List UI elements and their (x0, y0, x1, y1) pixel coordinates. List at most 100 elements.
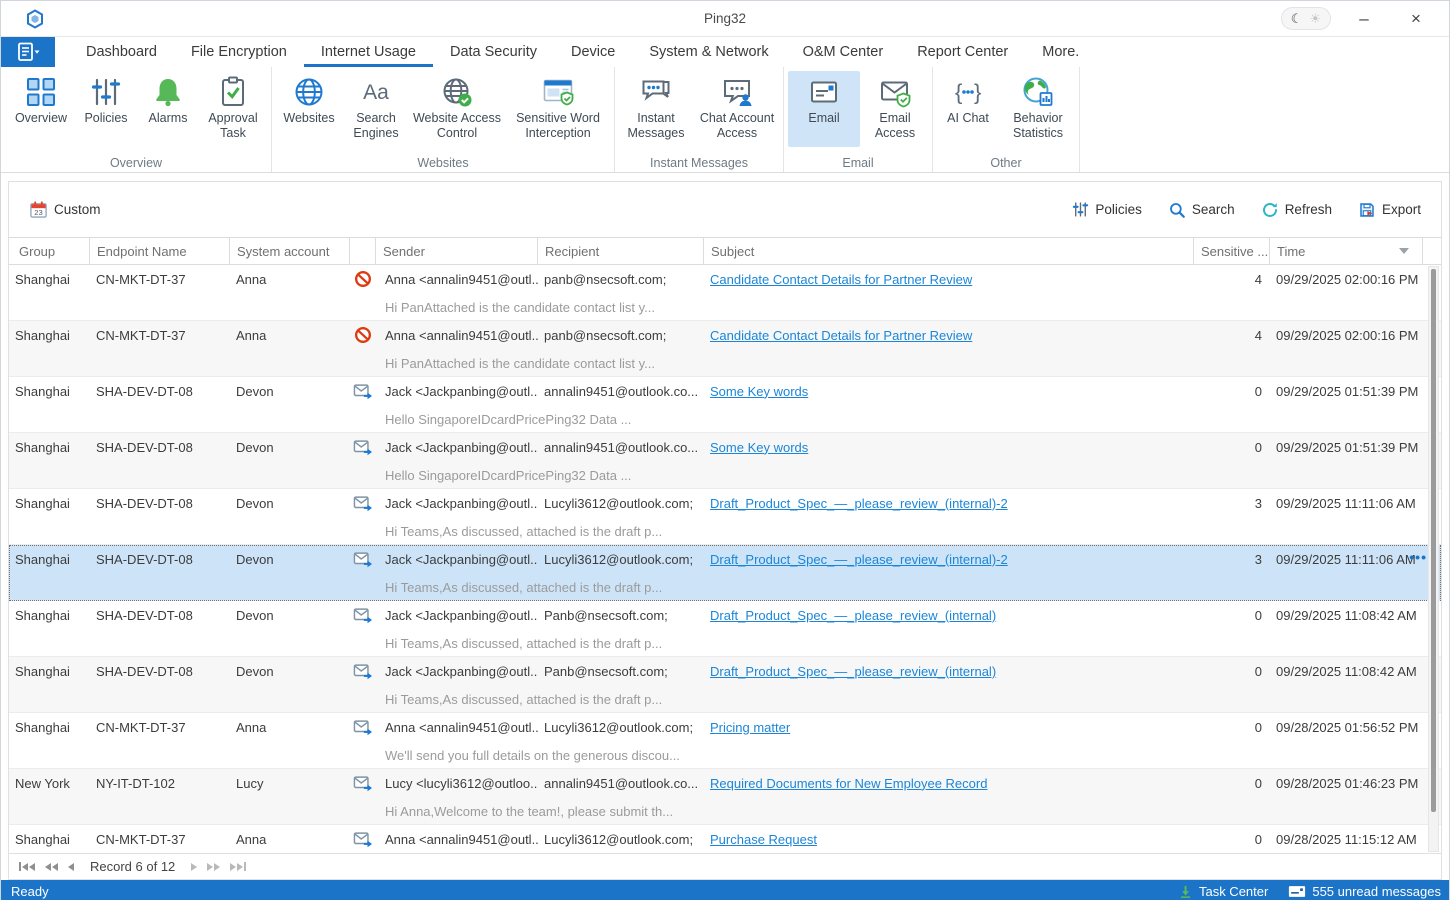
cell-recipient: annalin9451@outlook.co... (538, 769, 704, 797)
column-header-recipient[interactable]: Recipient (538, 238, 704, 264)
ribbon-button-websites[interactable]: Websites (276, 71, 342, 147)
vertical-scrollbar[interactable] (1428, 266, 1439, 852)
ribbon-button-policies[interactable]: Policies (75, 71, 137, 147)
ribbon-button-chat-account-access[interactable]: Chat Account Access (695, 71, 779, 147)
subject-link[interactable]: Draft_Product_Spec_—_please_review_(inte… (710, 608, 996, 623)
table-row[interactable]: Shanghai CN-MKT-DT-37 Anna Anna <annalin… (9, 713, 1441, 769)
table-row[interactable]: Shanghai SHA-DEV-DT-08 Devon Jack <Jackp… (9, 545, 1441, 601)
cell-time: 09/29/2025 01:51:39 PM (1270, 377, 1423, 405)
row-menu-button[interactable]: ••• (1409, 549, 1427, 565)
ribbon-group-label: Overview (1, 156, 271, 170)
subject-link[interactable]: Draft_Product_Spec_—_please_review_(inte… (710, 552, 1008, 567)
tab-list: Dashboard File Encryption Internet Usage… (69, 37, 1096, 67)
subject-link[interactable]: Candidate Contact Details for Partner Re… (710, 272, 972, 287)
message-preview: Hi Teams,As discussed, attached is the d… (9, 573, 1441, 601)
app-menu-button[interactable] (1, 37, 55, 67)
last-page-button[interactable] (230, 862, 246, 871)
subject-link[interactable]: Some Key words (710, 384, 808, 399)
cell-subject: Draft_Product_Spec_—_please_review_(inte… (704, 657, 1194, 685)
tab-report-center[interactable]: Report Center (900, 37, 1025, 67)
column-header-system-account[interactable]: System account (230, 238, 350, 264)
ribbon-button-search-engines[interactable]: Aa Search Engines (344, 71, 408, 147)
cell-status-icon (350, 489, 376, 517)
tab-system-network[interactable]: System & Network (632, 37, 785, 67)
tab-dashboard[interactable]: Dashboard (69, 37, 174, 67)
tab-internet-usage[interactable]: Internet Usage (304, 37, 433, 67)
next-record-button[interactable] (191, 863, 197, 871)
filter-caret-icon[interactable] (1399, 248, 1409, 254)
tab-data-security[interactable]: Data Security (433, 37, 554, 67)
ribbon-button-email-access[interactable]: Email Access (862, 71, 928, 147)
cell-sender: Jack <Jackpanbing@outl... (376, 489, 538, 517)
column-header-time[interactable]: Time (1270, 238, 1423, 264)
ribbon-button-website-access-control[interactable]: Website Access Control (410, 71, 504, 147)
scrollbar-thumb[interactable] (1431, 269, 1436, 812)
table-row[interactable]: Shanghai SHA-DEV-DT-08 Devon Jack <Jackp… (9, 377, 1441, 433)
tab-om-center[interactable]: O&M Center (786, 37, 901, 67)
refresh-button[interactable]: Refresh (1261, 201, 1332, 219)
column-header-subject[interactable]: Subject (704, 238, 1194, 264)
cell-system-account: Devon (230, 377, 350, 405)
sent-mail-icon (353, 662, 373, 680)
search-button-label: Search (1192, 202, 1235, 217)
table-row[interactable]: Shanghai CN-MKT-DT-37 Anna Anna <annalin… (9, 321, 1441, 377)
unread-messages-button[interactable]: 555 unread messages (1288, 884, 1441, 899)
app-window: Ping32 ☾ ☀ – × Dashboard File Encryption… (0, 0, 1450, 900)
cell-group: Shanghai (9, 601, 90, 629)
cell-recipient: Lucyli3612@outlook.com; (538, 489, 704, 517)
subject-link[interactable]: Pricing matter (710, 720, 790, 735)
subject-link[interactable]: Purchase Request (710, 832, 817, 847)
cell-recipient: annalin9451@outlook.co... (538, 433, 704, 461)
column-header-sensitive[interactable]: Sensitive ... (1194, 238, 1270, 264)
cell-status-icon (350, 713, 376, 741)
fast-next-button[interactable] (207, 863, 220, 871)
minimize-button[interactable]: – (1345, 4, 1383, 34)
date-range-custom-button[interactable]: 23 Custom (29, 200, 101, 219)
globe-icon (293, 76, 325, 108)
ribbon-button-alarms[interactable]: Alarms (139, 71, 197, 147)
ribbon-group-instant-messages: Instant Messages Chat Account Access Ins… (615, 67, 784, 172)
search-button[interactable]: Search (1168, 201, 1235, 219)
fast-prev-button[interactable] (45, 863, 58, 871)
subject-link[interactable]: Draft_Product_Spec_—_please_review_(inte… (710, 664, 996, 679)
subject-link[interactable]: Candidate Contact Details for Partner Re… (710, 328, 972, 343)
table-row[interactable]: Shanghai SHA-DEV-DT-08 Devon Jack <Jackp… (9, 489, 1441, 545)
table-row[interactable]: Shanghai SHA-DEV-DT-08 Devon Jack <Jackp… (9, 657, 1441, 713)
cell-group: Shanghai (9, 265, 90, 293)
cell-sender: Lucy <lucyli3612@outloo... (376, 769, 538, 797)
ribbon-button-sensitive-word-interception[interactable]: Sensitive Word Interception (506, 71, 610, 147)
cell-endpoint-name: SHA-DEV-DT-08 (90, 545, 230, 573)
first-page-button[interactable] (19, 862, 35, 871)
tab-device[interactable]: Device (554, 37, 632, 67)
column-header-sender[interactable]: Sender (376, 238, 538, 264)
theme-toggle[interactable]: ☾ ☀ (1281, 7, 1331, 30)
ribbon-group-label: Other (933, 156, 1079, 170)
export-button[interactable]: Export (1358, 201, 1421, 219)
subject-link[interactable]: Required Documents for New Employee Reco… (710, 776, 987, 791)
prev-record-button[interactable] (68, 863, 74, 871)
task-center-button[interactable]: Task Center (1178, 884, 1268, 899)
ribbon-button-approval-task[interactable]: Approval Task (199, 71, 267, 147)
calendar-icon: 23 (29, 200, 48, 219)
column-header-endpoint-name[interactable]: Endpoint Name (90, 238, 230, 264)
cell-endpoint-name: CN-MKT-DT-37 (90, 321, 230, 349)
ribbon-button-behavior-statistics[interactable]: Behavior Statistics (1001, 71, 1075, 147)
cell-subject: Some Key words (704, 377, 1194, 405)
ribbon-button-instant-messages[interactable]: Instant Messages (619, 71, 693, 147)
tab-file-encryption[interactable]: File Encryption (174, 37, 304, 67)
column-header-icon[interactable] (350, 238, 376, 264)
ribbon-button-overview[interactable]: Overview (9, 71, 73, 147)
subject-link[interactable]: Draft_Product_Spec_—_please_review_(inte… (710, 496, 1008, 511)
column-header-group[interactable]: Group (9, 238, 90, 264)
tab-more[interactable]: More. (1025, 37, 1096, 67)
ribbon-button-ai-chat[interactable]: {} AI Chat (937, 71, 999, 147)
policies-button[interactable]: Policies (1072, 201, 1142, 218)
ribbon-button-email[interactable]: Email (788, 71, 860, 147)
table-row[interactable]: Shanghai CN-MKT-DT-37 Anna Anna <annalin… (9, 265, 1441, 321)
table-row[interactable]: New York NY-IT-DT-102 Lucy Lucy <lucyli3… (9, 769, 1441, 825)
close-button[interactable]: × (1397, 4, 1435, 34)
subject-link[interactable]: Some Key words (710, 440, 808, 455)
table-row[interactable]: Shanghai SHA-DEV-DT-08 Devon Jack <Jackp… (9, 433, 1441, 489)
table-row[interactable]: Shanghai CN-MKT-DT-37 Anna Anna <annalin… (9, 825, 1441, 853)
table-row[interactable]: Shanghai SHA-DEV-DT-08 Devon Jack <Jackp… (9, 601, 1441, 657)
